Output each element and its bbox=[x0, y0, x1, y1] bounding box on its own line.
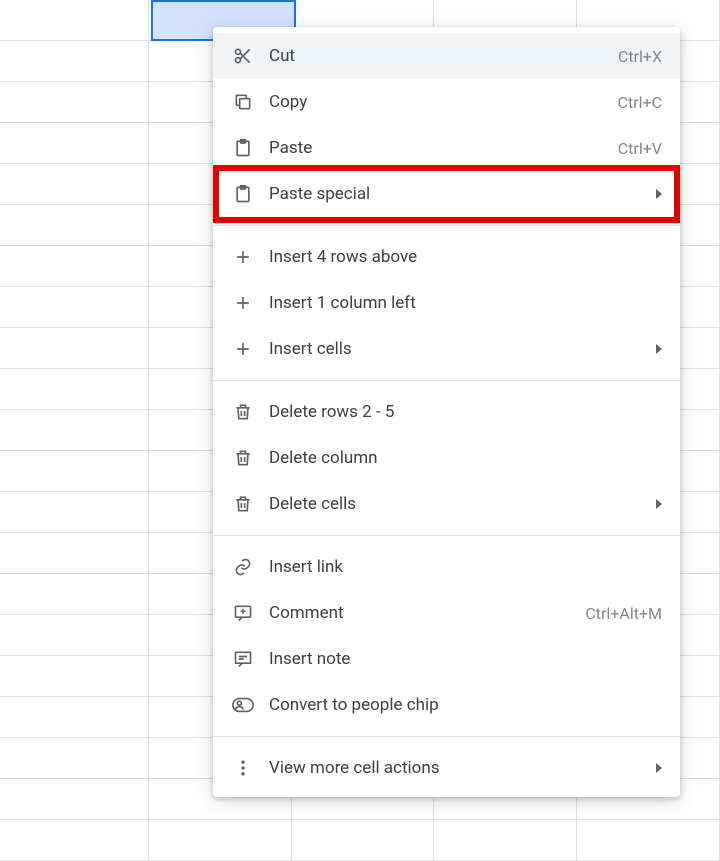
menu-label: View more cell actions bbox=[269, 758, 646, 778]
context-menu: CutCtrl+XCopyCtrl+CPasteCtrl+VPaste spec… bbox=[213, 27, 680, 797]
menu-label: Insert link bbox=[269, 557, 662, 577]
menu-shortcut: Ctrl+C bbox=[618, 93, 662, 112]
submenu-arrow-icon bbox=[656, 499, 662, 509]
menu-label: Insert 4 rows above bbox=[269, 247, 662, 267]
menu-item-comment[interactable]: CommentCtrl+Alt+M bbox=[213, 590, 680, 636]
plus-icon bbox=[231, 245, 255, 269]
menu-item-insert-note[interactable]: Insert note bbox=[213, 636, 680, 682]
menu-item-cut[interactable]: CutCtrl+X bbox=[213, 33, 680, 79]
menu-item-delete-cells[interactable]: Delete cells bbox=[213, 481, 680, 527]
menu-label: Insert cells bbox=[269, 339, 646, 359]
menu-label: Paste special bbox=[269, 184, 646, 204]
trash-icon bbox=[231, 400, 255, 424]
menu-item-delete-rows[interactable]: Delete rows 2 - 5 bbox=[213, 389, 680, 435]
menu-item-insert-col-left[interactable]: Insert 1 column left bbox=[213, 280, 680, 326]
paste-icon bbox=[231, 136, 255, 160]
link-icon bbox=[231, 555, 255, 579]
menu-label: Paste bbox=[269, 138, 618, 158]
submenu-arrow-icon bbox=[656, 344, 662, 354]
copy-icon bbox=[231, 90, 255, 114]
menu-item-delete-column[interactable]: Delete column bbox=[213, 435, 680, 481]
menu-separator bbox=[213, 225, 680, 226]
menu-label: Cut bbox=[269, 46, 618, 66]
menu-shortcut: Ctrl+X bbox=[618, 47, 662, 66]
trash-icon bbox=[231, 446, 255, 470]
submenu-arrow-icon bbox=[656, 189, 662, 199]
menu-label: Delete column bbox=[269, 448, 662, 468]
menu-item-insert-rows-above[interactable]: Insert 4 rows above bbox=[213, 234, 680, 280]
paste-icon bbox=[231, 182, 255, 206]
person-icon bbox=[231, 693, 255, 717]
menu-item-paste[interactable]: PasteCtrl+V bbox=[213, 125, 680, 171]
menu-label: Delete cells bbox=[269, 494, 646, 514]
plus-icon bbox=[231, 291, 255, 315]
menu-shortcut: Ctrl+V bbox=[618, 139, 662, 158]
menu-label: Convert to people chip bbox=[269, 695, 662, 715]
trash-icon bbox=[231, 492, 255, 516]
menu-item-more[interactable]: View more cell actions bbox=[213, 745, 680, 791]
more-icon bbox=[231, 756, 255, 780]
menu-label: Insert 1 column left bbox=[269, 293, 662, 313]
menu-shortcut: Ctrl+Alt+M bbox=[585, 604, 662, 623]
menu-item-paste-special[interactable]: Paste special bbox=[213, 171, 680, 217]
cut-icon bbox=[231, 44, 255, 68]
menu-item-people-chip[interactable]: Convert to people chip bbox=[213, 682, 680, 728]
note-icon bbox=[231, 647, 255, 671]
submenu-arrow-icon bbox=[656, 763, 662, 773]
menu-item-insert-cells[interactable]: Insert cells bbox=[213, 326, 680, 372]
menu-label: Comment bbox=[269, 603, 585, 623]
menu-separator bbox=[213, 380, 680, 381]
menu-separator bbox=[213, 535, 680, 536]
menu-item-insert-link[interactable]: Insert link bbox=[213, 544, 680, 590]
plus-icon bbox=[231, 337, 255, 361]
menu-label: Copy bbox=[269, 92, 618, 112]
comment-icon bbox=[231, 601, 255, 625]
menu-separator bbox=[213, 736, 680, 737]
menu-label: Insert note bbox=[269, 649, 662, 669]
menu-label: Delete rows 2 - 5 bbox=[269, 402, 662, 422]
menu-item-copy[interactable]: CopyCtrl+C bbox=[213, 79, 680, 125]
